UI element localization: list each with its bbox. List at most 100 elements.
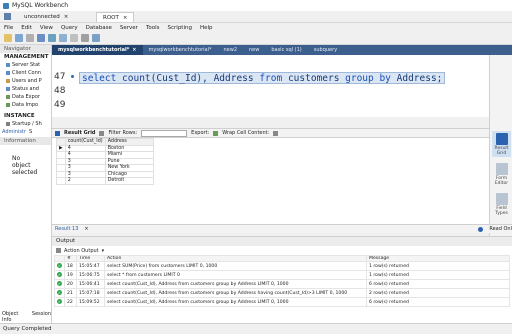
result-side-panel: Result Grid Form Editor Field Types bbox=[489, 55, 512, 239]
menu-query[interactable]: Query bbox=[61, 25, 78, 31]
menu-server[interactable]: Server bbox=[120, 25, 138, 31]
tab-result-13[interactable]: Result 13 bbox=[55, 226, 78, 232]
success-check-icon: ✓ bbox=[57, 263, 62, 268]
sidebar-item-client-connections[interactable]: Client Conn bbox=[0, 69, 51, 77]
open-sql-file-icon[interactable] bbox=[15, 34, 23, 42]
line-marker-icon bbox=[71, 75, 74, 78]
information-header: Information bbox=[0, 137, 51, 145]
connection-tab-root[interactable]: ROOT × bbox=[96, 12, 135, 22]
output-row[interactable]: ✓ 22 15:09:52 select count(Cust_Id), Addres… bbox=[54, 297, 510, 307]
menu-database[interactable]: Database bbox=[86, 25, 112, 31]
sidebar-item-server-status[interactable]: Server Stat bbox=[0, 61, 51, 69]
result-grid-label[interactable]: Result Grid bbox=[64, 130, 95, 136]
navigator-header: Navigator bbox=[0, 45, 51, 53]
filter-rows-input[interactable] bbox=[141, 129, 188, 137]
close-icon[interactable]: × bbox=[123, 15, 128, 21]
line-number: 48 bbox=[54, 86, 66, 96]
output-panel: Output Action Output ▾ # Time Action Mes… bbox=[52, 236, 512, 323]
result-table: count(Cust_Id) Address ▶ 4 Boston 4 Miami 3… bbox=[56, 138, 154, 185]
management-title: MANAGEMENT bbox=[4, 54, 49, 60]
new-sql-tab-icon[interactable] bbox=[4, 34, 12, 42]
table-cell[interactable]: Detroit bbox=[104, 177, 154, 185]
close-icon[interactable]: × bbox=[64, 14, 69, 20]
read-only-label: Read Onl bbox=[489, 226, 512, 232]
output-mode-icon bbox=[56, 248, 61, 253]
navigator-sidebar: Navigator MANAGEMENT Server Stat Client … bbox=[0, 45, 52, 323]
sidebar-item-startup[interactable]: Startup / Sh bbox=[0, 120, 51, 128]
tab-schemas[interactable]: S bbox=[29, 129, 32, 135]
create-procedure-icon[interactable] bbox=[70, 34, 78, 42]
result-grid-button[interactable]: Result Grid bbox=[492, 131, 511, 157]
grid-icon bbox=[495, 133, 508, 145]
home-icon[interactable] bbox=[4, 13, 11, 20]
editor-tab-subquery[interactable]: subquery bbox=[308, 45, 343, 55]
sidebar-item-status-variables[interactable]: Status and bbox=[0, 85, 51, 93]
output-row[interactable]: ✓ 19 15:06:75 select * from customers LIMIT… bbox=[54, 270, 510, 280]
tab-administration[interactable]: Administr bbox=[2, 129, 26, 135]
result-grid-toolbar: Result Grid Filter Rows: Export: Wrap Ce… bbox=[52, 128, 489, 138]
export-label[interactable]: Export: bbox=[191, 130, 209, 136]
menu-file[interactable]: File bbox=[4, 25, 13, 31]
startup-icon bbox=[6, 122, 10, 126]
table-cell[interactable]: 2 bbox=[64, 177, 106, 185]
wrap-cell-icon[interactable] bbox=[273, 130, 279, 136]
sql-statement[interactable]: select count(Cust_Id), Address from cust… bbox=[79, 72, 446, 84]
field-types-icon bbox=[495, 193, 508, 205]
menu-view[interactable]: View bbox=[40, 25, 53, 31]
close-icon[interactable]: × bbox=[84, 226, 88, 232]
field-types-button[interactable]: Field Types bbox=[492, 191, 511, 217]
sidebar-item-data-import[interactable]: Data Impo bbox=[0, 101, 51, 109]
success-check-icon: ✓ bbox=[57, 299, 62, 304]
success-check-icon: ✓ bbox=[57, 290, 62, 295]
column-header[interactable]: count(Cust_Id) bbox=[64, 138, 106, 146]
app-logo-icon bbox=[3, 2, 9, 9]
result-grid[interactable]: count(Cust_Id) Address ▶ 4 Boston 4 Miami 3… bbox=[52, 138, 489, 224]
status-bar: Query Completed bbox=[0, 323, 512, 333]
reconnect-icon[interactable] bbox=[92, 34, 100, 42]
export-icon bbox=[6, 95, 10, 99]
editor-tab-mysqlworkbenchtutorial[interactable]: mysqlworkbenchtutorial* bbox=[143, 45, 218, 55]
menu-scripting[interactable]: Scripting bbox=[168, 25, 192, 31]
editor-tab-basic-sql[interactable]: basic sql (1) bbox=[265, 45, 307, 55]
output-row[interactable]: ✓ 20 15:06:41 select count(Cust_Id), Addres… bbox=[54, 279, 510, 289]
result-tabs: Result 13 × Read Onl bbox=[52, 224, 512, 233]
form-editor-button[interactable]: Form Editor bbox=[492, 161, 511, 187]
create-view-icon[interactable] bbox=[59, 34, 67, 42]
table-row[interactable]: 2 Detroit bbox=[56, 177, 154, 185]
search-table-icon[interactable] bbox=[81, 34, 89, 42]
sidebar-item-users[interactable]: Users and P bbox=[0, 77, 51, 85]
instance-title: INSTANCE bbox=[4, 113, 35, 119]
success-check-icon: ✓ bbox=[57, 281, 62, 286]
editor-tab-mysqlworkbenchtutorial-active[interactable]: mysqlworkbenchtutorial* × bbox=[52, 45, 143, 55]
users-icon bbox=[6, 79, 10, 83]
line-number: 49 bbox=[54, 100, 66, 110]
connection-tab-unconnected[interactable]: unconnected × bbox=[18, 12, 74, 22]
tab-object-info[interactable]: Object Info bbox=[2, 311, 29, 323]
inspector-icon[interactable] bbox=[26, 34, 34, 42]
output-row[interactable]: ✓ 18 15:05:47 select SUM(Price) from custom… bbox=[54, 261, 510, 271]
output-table: # Time Action Message ✓ 18 15:05:47 select … bbox=[54, 255, 510, 307]
no-object-text: No object selected bbox=[12, 155, 38, 176]
menu-help[interactable]: Help bbox=[200, 25, 213, 31]
tab-session[interactable]: Session bbox=[32, 311, 51, 323]
window-title: MySQL Workbench bbox=[12, 2, 69, 9]
export-icon[interactable] bbox=[213, 130, 219, 136]
create-table-icon[interactable] bbox=[48, 34, 56, 42]
sidebar-item-data-export[interactable]: Data Expor bbox=[0, 93, 51, 101]
filter-rows-label: Filter Rows: bbox=[108, 130, 138, 136]
sql-editor[interactable]: 47 48 49 select count(Cust_Id), Address … bbox=[52, 55, 489, 117]
output-mode-select[interactable]: Action Output ▾ bbox=[52, 246, 512, 255]
title-bar: MySQL Workbench bbox=[0, 0, 512, 11]
create-schema-icon[interactable] bbox=[37, 34, 45, 42]
editor-tabs: mysqlworkbenchtutorial* × mysqlworkbencht… bbox=[52, 45, 512, 55]
menu-bar: File Edit View Query Database Server Too… bbox=[0, 23, 512, 32]
menu-tools[interactable]: Tools bbox=[146, 25, 160, 31]
menu-edit[interactable]: Edit bbox=[21, 25, 32, 31]
close-icon[interactable]: × bbox=[132, 47, 136, 53]
output-row[interactable]: ✓ 21 15:07:18 select count(Cust_Id), Addres… bbox=[54, 288, 510, 298]
line-number: 47 bbox=[54, 72, 66, 82]
line-gutter: 47 48 49 bbox=[52, 55, 78, 117]
output-mode-value: Action Output bbox=[64, 247, 99, 254]
editor-tab-new2[interactable]: new2 bbox=[217, 45, 243, 55]
editor-tab-new[interactable]: new bbox=[243, 45, 265, 55]
